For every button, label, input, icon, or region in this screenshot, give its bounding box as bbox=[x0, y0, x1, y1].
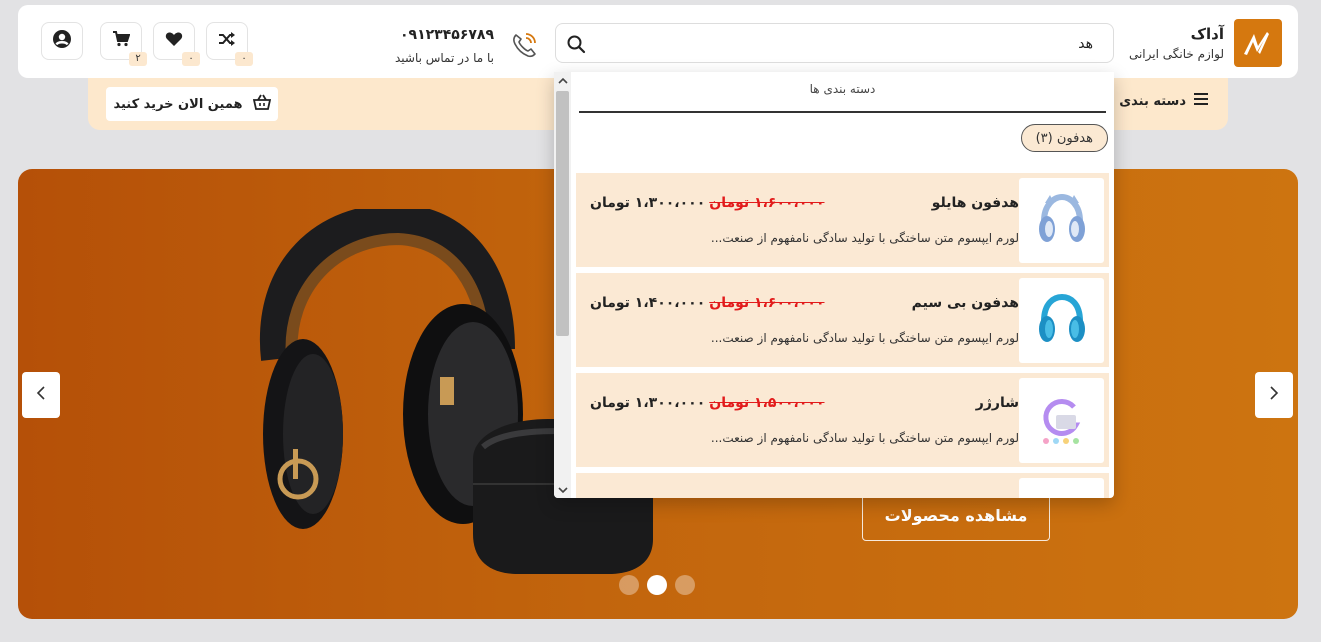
contact-block: ۰۹۱۲۳۴۵۶۷۸۹ با ما در تماس باشید bbox=[390, 27, 540, 67]
dropdown-categories-title: دسته بندی ها bbox=[809, 82, 876, 96]
slider-prev-button[interactable] bbox=[22, 372, 60, 418]
compare-button[interactable]: ۰ bbox=[206, 22, 253, 66]
cart-icon bbox=[112, 31, 131, 51]
brand-tagline: لوازم خانگی ایرانی bbox=[1128, 47, 1224, 61]
brand-name: آداک bbox=[1190, 25, 1224, 43]
result-price: ۱،۶۰۰،۰۰۰ تومان ۱،۳۰۰،۰۰۰ تومان bbox=[590, 195, 825, 211]
user-icon bbox=[52, 29, 72, 53]
chevron-left-icon bbox=[36, 385, 46, 405]
search-result-item[interactable]: هدفون هایلو لورم ایپسوم متن ساختگی با تو… bbox=[576, 173, 1109, 267]
contact-label: با ما در تماس باشید bbox=[394, 51, 494, 65]
basket-icon bbox=[252, 94, 271, 114]
search-result-item[interactable]: شارژر لورم ایپسوم متن ساختگی با تولید سا… bbox=[576, 373, 1109, 467]
buy-now-label: همین الان خرید کنید bbox=[113, 96, 243, 112]
slider-dot-active[interactable] bbox=[647, 575, 667, 595]
result-old-price: ۱،۶۰۰،۰۰۰ تومان bbox=[709, 295, 825, 311]
product-thumbnail bbox=[1019, 278, 1104, 363]
product-thumbnail bbox=[1019, 478, 1104, 498]
slider-next-button[interactable] bbox=[1255, 372, 1293, 418]
slider-dots bbox=[619, 575, 695, 595]
search-results-dropdown: دسته بندی ها هدفون (۳) هدفون هایلو لورم … bbox=[554, 72, 1114, 498]
cart-button[interactable]: ۲ bbox=[100, 22, 147, 66]
slider-dot[interactable] bbox=[619, 575, 639, 595]
search-result-item[interactable]: هدفون بی سیم لورم ایپسوم متن ساختگی با ت… bbox=[576, 273, 1109, 367]
dropdown-scrollbar[interactable] bbox=[554, 72, 571, 498]
result-description: لورم ایپسوم متن ساختگی با تولید سادگی نا… bbox=[710, 431, 1019, 445]
result-price: ۱،۶۰۰،۰۰۰ تومان ۱،۴۰۰،۰۰۰ تومان bbox=[590, 295, 825, 311]
slider-dot[interactable] bbox=[675, 575, 695, 595]
scroll-down-icon[interactable] bbox=[554, 481, 571, 498]
search-input[interactable] bbox=[613, 32, 1093, 56]
phone-icon bbox=[508, 29, 540, 61]
wishlist-count-badge: ۰ bbox=[182, 52, 200, 66]
contact-phone[interactable]: ۰۹۱۲۳۴۵۶۷۸۹ bbox=[400, 27, 494, 43]
brand-logo bbox=[1234, 19, 1282, 67]
result-old-price: ۱،۶۰۰،۰۰۰ تومان bbox=[709, 195, 825, 211]
wishlist-button[interactable]: ۰ bbox=[153, 22, 200, 66]
result-description: لورم ایپسوم متن ساختگی با تولید سادگی نا… bbox=[710, 231, 1019, 245]
account-button[interactable] bbox=[41, 22, 83, 60]
search-result-item[interactable] bbox=[576, 473, 1109, 498]
product-thumbnail bbox=[1019, 178, 1104, 263]
divider bbox=[579, 111, 1106, 113]
site-header: آداک لوازم خانگی ایرانی ۰۹۱۲۳۴۵۶۷۸۹ با م… bbox=[18, 5, 1298, 78]
result-description: لورم ایپسوم متن ساختگی با تولید سادگی نا… bbox=[710, 331, 1019, 345]
menu-icon bbox=[1194, 93, 1208, 109]
result-new-price: ۱،۴۰۰،۰۰۰ تومان bbox=[590, 295, 706, 311]
compare-count-badge: ۰ bbox=[235, 52, 253, 66]
shuffle-icon bbox=[218, 31, 236, 51]
scrollbar-thumb[interactable] bbox=[556, 91, 569, 336]
result-name: هدفون بی سیم bbox=[911, 295, 1019, 311]
cart-count-badge: ۲ bbox=[129, 52, 147, 66]
search-box bbox=[555, 23, 1114, 63]
result-price: ۱،۵۰۰،۰۰۰ تومان ۱،۳۰۰،۰۰۰ تومان bbox=[590, 395, 825, 411]
result-name: شارژر bbox=[975, 395, 1019, 411]
brand[interactable]: آداک لوازم خانگی ایرانی bbox=[1129, 19, 1282, 67]
result-name: هدفون هایلو bbox=[931, 195, 1019, 211]
buy-now-button[interactable]: همین الان خرید کنید bbox=[106, 87, 278, 121]
result-old-price: ۱،۵۰۰،۰۰۰ تومان bbox=[709, 395, 825, 411]
product-thumbnail bbox=[1019, 378, 1104, 463]
result-new-price: ۱،۳۰۰،۰۰۰ تومان bbox=[590, 195, 706, 211]
category-chip-headphones[interactable]: هدفون (۳) bbox=[1020, 124, 1108, 152]
result-new-price: ۱،۳۰۰،۰۰۰ تومان bbox=[590, 395, 706, 411]
search-icon[interactable] bbox=[564, 32, 588, 56]
heart-icon bbox=[165, 31, 183, 51]
chevron-right-icon bbox=[1269, 385, 1279, 405]
scroll-up-icon[interactable] bbox=[554, 72, 571, 89]
